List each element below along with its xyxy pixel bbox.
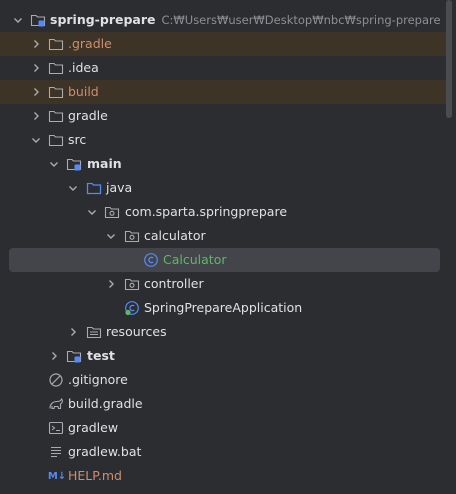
package-icon	[124, 228, 140, 244]
tree-item-label: .idea	[68, 60, 99, 75]
chevron-down-icon[interactable]	[67, 182, 79, 194]
tree-item-label: src	[68, 132, 87, 147]
tree-item-label: calculator	[144, 228, 206, 243]
tree-item-help-md[interactable]: M↓ HELP.md	[0, 464, 446, 488]
chevron-down-icon[interactable]	[86, 206, 98, 218]
folder-icon	[48, 84, 64, 100]
project-tree: spring-prepare C:₩Users₩user₩Desktop₩nbc₩…	[0, 8, 446, 488]
project-path: C:₩Users₩user₩Desktop₩nbc₩spring-prepare	[161, 13, 441, 27]
tree-item-resources[interactable]: resources	[0, 320, 446, 344]
tree-item-label: SpringPrepareApplication	[144, 300, 303, 315]
tree-item-label: build	[68, 84, 99, 99]
tree-item-label: controller	[144, 276, 204, 291]
folder-icon	[48, 132, 64, 148]
tree-item-calculator-class[interactable]: Calculator	[9, 248, 440, 272]
chevron-down-icon[interactable]	[48, 158, 60, 170]
tree-item-label: com.sparta.springprepare	[125, 204, 288, 219]
folder-icon	[48, 36, 64, 52]
tree-item-gradlew[interactable]: gradlew	[0, 416, 446, 440]
scrollbar-thumb[interactable]	[446, 0, 452, 118]
tree-item-label: .gradle	[68, 36, 112, 51]
gradle-icon	[48, 396, 64, 412]
markdown-icon: M↓	[47, 470, 67, 482]
project-tool-window: spring-prepare C:₩Users₩user₩Desktop₩nbc₩…	[0, 0, 456, 494]
tree-item-controller-package[interactable]: controller	[0, 272, 446, 296]
chevron-right-icon[interactable]	[30, 38, 42, 50]
spring-boot-class-icon	[124, 300, 140, 316]
chevron-down-icon[interactable]	[30, 134, 42, 146]
tree-item-label: build.gradle	[68, 396, 143, 411]
chevron-right-icon[interactable]	[30, 62, 42, 74]
chevron-right-icon[interactable]	[48, 350, 60, 362]
tree-item-java[interactable]: java	[0, 176, 446, 200]
tree-item-idea[interactable]: .idea	[0, 56, 446, 80]
tree-item-label: java	[106, 180, 133, 195]
tree-item-label: Calculator	[163, 252, 227, 267]
tree-item-label: main	[87, 156, 122, 171]
tree-item-package[interactable]: com.sparta.springprepare	[0, 200, 446, 224]
chevron-right-icon[interactable]	[67, 326, 79, 338]
text-file-icon	[48, 444, 64, 460]
chevron-right-icon[interactable]	[30, 110, 42, 122]
module-folder-icon	[66, 348, 82, 364]
project-name: spring-prepare	[50, 12, 156, 27]
folder-icon	[48, 108, 64, 124]
tree-item-src[interactable]: src	[0, 128, 446, 152]
chevron-right-icon[interactable]	[105, 278, 117, 290]
tree-item-dot-gradle[interactable]: .gradle	[0, 32, 446, 56]
tree-item-spring-prepare-application[interactable]: SpringPrepareApplication	[0, 296, 446, 320]
resources-folder-icon	[86, 324, 102, 340]
tree-item-build-gradle[interactable]: build.gradle	[0, 392, 446, 416]
chevron-down-icon[interactable]	[12, 14, 24, 26]
chevron-down-icon[interactable]	[105, 230, 117, 242]
chevron-right-icon[interactable]	[30, 86, 42, 98]
vertical-scrollbar[interactable]	[446, 0, 452, 494]
package-icon	[124, 276, 140, 292]
tree-item-label: gradlew.bat	[68, 444, 142, 459]
tree-item-gradlew-bat[interactable]: gradlew.bat	[0, 440, 446, 464]
tree-item-project-root[interactable]: spring-prepare C:₩Users₩user₩Desktop₩nbc₩…	[0, 8, 446, 32]
tree-item-label: resources	[106, 324, 167, 339]
folder-icon	[48, 60, 64, 76]
tree-item-label: gradlew	[68, 420, 119, 435]
gitignore-file-icon	[48, 372, 64, 388]
module-folder-icon	[30, 12, 46, 28]
tree-item-gradle[interactable]: gradle	[0, 104, 446, 128]
tree-item-calculator-package[interactable]: calculator	[0, 224, 446, 248]
tree-item-label: gradle	[68, 108, 108, 123]
tree-item-build[interactable]: build	[0, 80, 446, 104]
tree-item-gitignore[interactable]: .gitignore	[0, 368, 446, 392]
package-icon	[104, 204, 120, 220]
terminal-file-icon	[48, 420, 64, 436]
source-folder-icon	[86, 180, 102, 196]
tree-item-label: HELP.md	[68, 468, 122, 483]
class-icon	[143, 252, 159, 268]
tree-item-label: .gitignore	[68, 372, 128, 387]
tree-item-main[interactable]: main	[0, 152, 446, 176]
tree-item-test[interactable]: test	[0, 344, 446, 368]
module-folder-icon	[66, 156, 82, 172]
tree-item-label: test	[87, 348, 115, 363]
